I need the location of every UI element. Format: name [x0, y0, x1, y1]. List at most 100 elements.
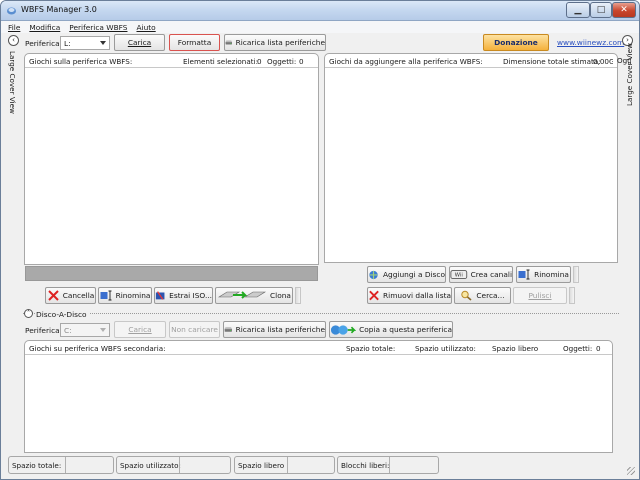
- drive-icon: [224, 327, 232, 332]
- secondary-load-label: Carica: [128, 325, 152, 334]
- minimize-icon: ▁: [574, 5, 582, 15]
- status-free-blocks: Blocchi liberi:: [337, 456, 439, 474]
- reload-devices-button[interactable]: Ricarica lista periferiche: [224, 34, 326, 51]
- secondary-reload-button[interactable]: Ricarica lista periferiche: [223, 321, 326, 338]
- maximize-button[interactable]: □: [590, 2, 612, 18]
- close-button[interactable]: ✕: [612, 2, 636, 18]
- rename-right-button[interactable]: Rinomina: [516, 266, 571, 283]
- left-cover-view-label[interactable]: Large Cover View: [8, 51, 17, 114]
- secondary-total-label: Spazio totale:: [346, 344, 396, 353]
- secondary-device-select[interactable]: C:: [60, 323, 110, 337]
- secondary-objects-label: Oggetti:: [563, 344, 593, 353]
- disk-to-disk-label: Disco-A-Disco: [36, 310, 89, 319]
- status-used-label: Spazio utilizzato:: [120, 460, 181, 470]
- donate-button[interactable]: Donazione: [483, 34, 549, 51]
- rename-left-button[interactable]: Rinomina: [98, 287, 152, 304]
- drive-arrow-icon: [217, 291, 267, 299]
- device-select-value: L:: [64, 38, 71, 48]
- section-divider: [23, 313, 619, 314]
- clone-label: Clona: [270, 291, 291, 300]
- progress-bar: [25, 266, 318, 281]
- selected-count-value: 0: [257, 57, 262, 66]
- secondary-load-button[interactable]: Carica: [114, 321, 166, 338]
- menu-aiuto[interactable]: Aiuto: [136, 23, 155, 32]
- window-title: WBFS Manager 3.0: [21, 5, 97, 14]
- right-toolbar-grip-2[interactable]: [569, 287, 575, 304]
- chevron-left-icon: ‹: [12, 36, 15, 44]
- objects-label-right: Ogge: [617, 56, 631, 65]
- rename-left-label: Rinomina: [115, 291, 151, 300]
- create-channels-button[interactable]: Wii Crea canali: [449, 266, 513, 283]
- donate-button-label: Donazione: [494, 38, 538, 47]
- right-toolbar-grip-1[interactable]: [573, 266, 579, 283]
- clone-button[interactable]: Clona: [215, 287, 293, 304]
- secondary-objects-value: 0: [596, 344, 601, 353]
- do-not-load-label: Non caricare: [171, 325, 218, 334]
- add-to-disc-button[interactable]: Aggiungi a Disco: [367, 266, 446, 283]
- menu-file[interactable]: File: [8, 23, 20, 32]
- remove-from-list-button[interactable]: Rimuovi dalla lista: [367, 287, 452, 304]
- secondary-free-label: Spazio libero: [492, 344, 539, 353]
- add-to-disc-label: Aggiungi a Disco: [382, 270, 445, 279]
- maximize-icon: □: [596, 5, 606, 15]
- extract-iso-button[interactable]: Estrai ISO...: [154, 287, 213, 304]
- title-bar: WBFS Manager 3.0 ▁ □ ✕: [1, 1, 639, 21]
- remove-from-list-label: Rimuovi dalla lista: [383, 291, 451, 300]
- secondary-reload-label: Ricarica lista periferiche: [235, 325, 325, 334]
- rename-cursor-icon: [518, 269, 530, 280]
- load-button[interactable]: Carica: [114, 34, 165, 51]
- left-toolbar-grip[interactable]: [295, 287, 301, 304]
- wbfs-games-header: Giochi sulla periferica WBFS: Elementi s…: [29, 57, 314, 66]
- menu-periferica[interactable]: Periferica WBFS: [69, 23, 127, 32]
- estimated-size-value: 0,00GB: [593, 57, 613, 66]
- collapse-section-button[interactable]: ˄: [24, 309, 33, 318]
- globe-disc-icon: [369, 270, 378, 280]
- menu-modifica[interactable]: Modifica: [29, 23, 60, 32]
- svg-text:Wii: Wii: [455, 273, 463, 279]
- copy-to-device-button[interactable]: Copia a questa periferica: [329, 321, 453, 338]
- games-to-add-list[interactable]: [325, 67, 617, 262]
- format-button[interactable]: Formatta: [169, 34, 220, 51]
- magnifier-icon: [461, 290, 472, 301]
- delete-label: Cancella: [62, 291, 95, 300]
- games-to-add-title: Giochi da aggiungere alla periferica WBF…: [329, 57, 483, 66]
- rename-right-label: Rinomina: [534, 270, 569, 279]
- reload-devices-label: Ricarica lista periferiche: [235, 38, 325, 47]
- app-window: WBFS Manager 3.0 ▁ □ ✕ File Modifica Per…: [0, 0, 640, 480]
- search-button[interactable]: Cerca...: [454, 287, 511, 304]
- wbfs-games-panel: Giochi sulla periferica WBFS: Elementi s…: [24, 53, 319, 265]
- wii-channel-icon: Wii: [450, 270, 468, 279]
- cd-burn-icon: [155, 291, 165, 300]
- secondary-games-title: Giochi su periferica WBFS secondaria:: [29, 344, 166, 353]
- right-cover-view-label[interactable]: Large Cover View: [625, 43, 634, 106]
- objects-value: 0: [299, 57, 304, 66]
- copy-to-device-label: Copia a questa periferica: [359, 325, 452, 334]
- wbfs-games-list[interactable]: [25, 67, 318, 264]
- device-select[interactable]: L:: [60, 36, 110, 50]
- website-link[interactable]: www.wiinewz.com: [557, 38, 624, 47]
- objects-label: Oggetti:: [267, 57, 297, 66]
- status-total-space: Spazio totale:: [8, 456, 114, 474]
- secondary-games-panel: Giochi su periferica WBFS secondaria: Sp…: [24, 340, 613, 453]
- chevron-down-icon: [100, 328, 106, 332]
- secondary-used-label: Spazio utilizzato:: [415, 344, 476, 353]
- status-total-label: Spazio totale:: [12, 460, 62, 470]
- secondary-games-header: Giochi su periferica WBFS secondaria: Sp…: [29, 344, 608, 353]
- create-channels-label: Crea canali: [470, 270, 512, 279]
- minimize-button[interactable]: ▁: [566, 2, 590, 18]
- selected-count-label: Elementi selezionati:: [183, 57, 258, 66]
- chevron-down-icon: [100, 41, 106, 45]
- do-not-load-button[interactable]: Non caricare: [169, 321, 220, 338]
- clear-list-button[interactable]: Pulisci: [513, 287, 567, 304]
- drive-icon: [225, 40, 232, 45]
- secondary-games-list[interactable]: [25, 354, 612, 452]
- collapse-left-button[interactable]: ‹: [8, 35, 19, 46]
- status-used-space: Spazio utilizzato:: [116, 456, 231, 474]
- red-x-icon: [369, 290, 379, 301]
- chevron-up-icon: ˄: [27, 309, 30, 317]
- rename-cursor-icon: [100, 290, 112, 301]
- status-free-label: Spazio libero: [238, 460, 285, 470]
- load-button-label: Carica: [127, 38, 152, 47]
- resize-grip[interactable]: [627, 467, 635, 475]
- delete-button[interactable]: Cancella: [45, 287, 96, 304]
